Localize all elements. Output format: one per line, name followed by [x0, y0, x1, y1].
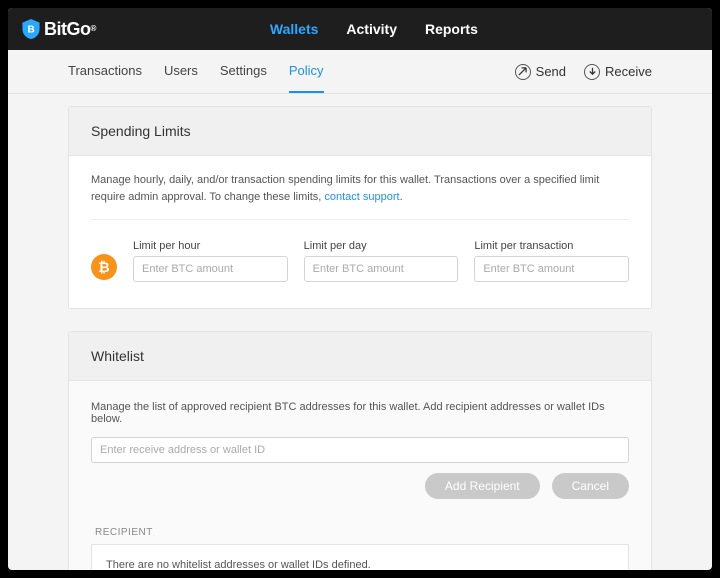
whitelist-description: Manage the list of approved recipient BT…	[91, 401, 629, 425]
receive-icon	[584, 64, 600, 80]
limit-per-hour-label: Limit per hour	[133, 240, 288, 252]
shield-icon: B	[22, 19, 40, 39]
send-button[interactable]: Send	[515, 64, 566, 80]
limit-per-transaction-input[interactable]	[474, 256, 629, 282]
nav-activity[interactable]: Activity	[346, 21, 397, 37]
receive-button[interactable]: Receive	[584, 64, 652, 80]
spending-limits-title: Spending Limits	[69, 107, 651, 156]
sub-nav: Transactions Users Settings Policy Send …	[8, 50, 712, 94]
send-icon	[515, 64, 531, 80]
cancel-button[interactable]: Cancel	[552, 473, 629, 499]
bitcoin-icon: ₿	[91, 254, 117, 280]
contact-support-link[interactable]: contact support	[324, 191, 399, 203]
whitelist-address-input[interactable]	[91, 437, 629, 463]
spending-limits-description: Manage hourly, daily, and/or transaction…	[91, 172, 629, 220]
app-window: B BitGo® Wallets Activity Reports Transa…	[8, 8, 712, 570]
limit-per-hour-input[interactable]	[133, 256, 288, 282]
tab-users[interactable]: Users	[164, 50, 198, 93]
nav-reports[interactable]: Reports	[425, 21, 478, 37]
tab-settings[interactable]: Settings	[220, 50, 267, 93]
content-area: Spending Limits Manage hourly, daily, an…	[8, 94, 712, 570]
whitelist-title: Whitelist	[69, 332, 651, 381]
whitelist-card: Whitelist Manage the list of approved re…	[68, 331, 652, 570]
limit-per-day-input[interactable]	[304, 256, 459, 282]
limit-per-transaction-label: Limit per transaction	[474, 240, 629, 252]
recipient-header: RECIPIENT	[91, 527, 629, 538]
brand-logo: B BitGo®	[22, 19, 96, 40]
nav-wallets[interactable]: Wallets	[270, 21, 319, 37]
spending-limits-card: Spending Limits Manage hourly, daily, an…	[68, 106, 652, 309]
add-recipient-button[interactable]: Add Recipient	[425, 473, 540, 499]
tab-transactions[interactable]: Transactions	[68, 50, 142, 93]
recipient-empty-state: There are no whitelist addresses or wall…	[91, 544, 629, 570]
top-nav: B BitGo® Wallets Activity Reports	[8, 8, 712, 50]
svg-text:B: B	[28, 25, 35, 36]
limit-per-day-label: Limit per day	[304, 240, 459, 252]
tab-policy[interactable]: Policy	[289, 50, 324, 93]
